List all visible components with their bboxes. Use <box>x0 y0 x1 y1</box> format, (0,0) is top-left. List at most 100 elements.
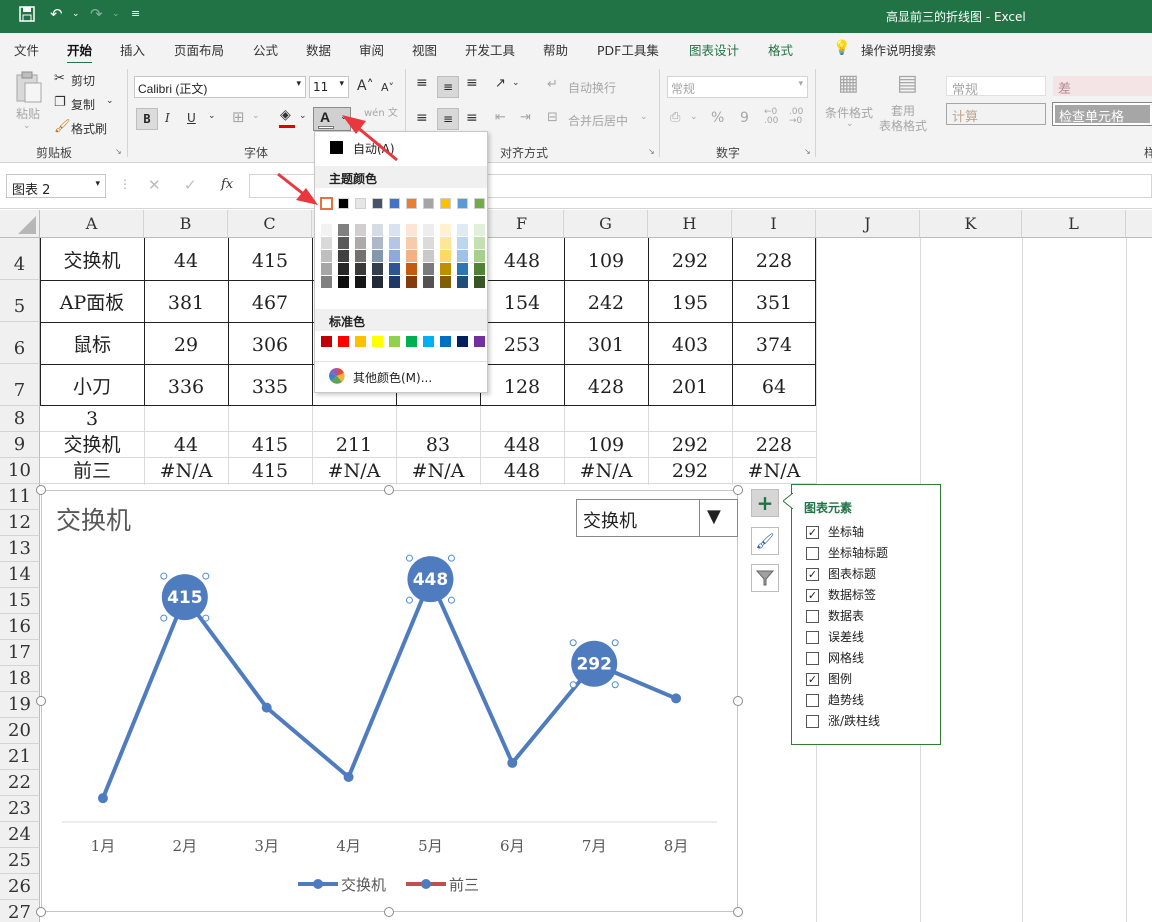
theme-shade-swatch[interactable] <box>355 276 366 288</box>
chart[interactable]: 交换机 交换机 ▼ 1月 2月 3月 4月 5月 6月 7月 8月 415 448 292 交换机 前三 <box>41 490 738 912</box>
table-cell[interactable]: 228 <box>732 433 816 458</box>
row-header[interactable]: 13 <box>0 536 40 562</box>
table-cell[interactable]: 128 <box>480 372 564 402</box>
row-header[interactable]: 16 <box>0 614 40 640</box>
table-cell[interactable]: 242 <box>564 288 648 318</box>
theme-shade-swatch[interactable] <box>457 276 468 288</box>
chart-element-option[interactable]: 坐标轴标题 <box>806 544 888 561</box>
theme-shade-swatch[interactable] <box>389 276 400 288</box>
theme-shade-swatch[interactable] <box>321 250 332 262</box>
table-cell[interactable]: 鼠标 <box>40 330 144 360</box>
more-colors-option[interactable]: 其他颜色(M)... <box>315 365 487 389</box>
checkbox-checked-icon[interactable]: ✓ <box>806 589 819 602</box>
table-cell[interactable]: 前三 <box>40 459 144 484</box>
tell-me-search[interactable]: 操作说明搜索 <box>861 40 936 59</box>
checkbox-icon[interactable] <box>806 631 819 644</box>
theme-shade-swatch[interactable] <box>338 250 349 262</box>
standard-color-swatch[interactable] <box>355 336 366 347</box>
table-cell[interactable]: #N/A <box>312 459 396 484</box>
theme-shade-swatch[interactable] <box>474 237 485 249</box>
row-header[interactable]: 7 <box>0 364 40 406</box>
column-header[interactable]: L <box>1022 210 1126 238</box>
theme-shade-swatch[interactable] <box>372 276 383 288</box>
tab-chart-design[interactable]: 图表设计 <box>689 40 739 59</box>
merge-center-button[interactable]: 合并后居中 <box>568 112 628 129</box>
tab-insert[interactable]: 插入 <box>120 40 145 59</box>
table-cell[interactable]: 415 <box>228 459 312 484</box>
redo-dropdown-icon[interactable]: ⌄ <box>112 9 120 19</box>
column-header[interactable]: H <box>648 210 732 238</box>
checkbox-checked-icon[interactable]: ✓ <box>806 673 819 686</box>
table-cell[interactable]: 154 <box>480 288 564 318</box>
table-format-icon[interactable]: ▤ <box>897 71 918 96</box>
borders-icon[interactable]: ⊞ <box>232 108 245 126</box>
accounting-icon[interactable]: ⎙ <box>670 110 680 125</box>
percent-button[interactable]: % <box>711 110 724 126</box>
underline-dropdown-icon[interactable]: ⌄ <box>208 111 216 121</box>
theme-shade-swatch[interactable] <box>321 276 332 288</box>
chart-element-option[interactable]: 数据表 <box>806 607 864 624</box>
merge-icon[interactable]: ⊟ <box>547 110 558 125</box>
table-cell[interactable]: 3 <box>40 407 144 432</box>
table-cell[interactable]: 292 <box>648 459 732 484</box>
theme-shade-swatch[interactable] <box>457 237 468 249</box>
row-header[interactable]: 15 <box>0 588 40 614</box>
row-header[interactable]: 21 <box>0 744 40 770</box>
row-header[interactable]: 5 <box>0 280 40 322</box>
checkbox-icon[interactable] <box>806 694 819 707</box>
borders-dropdown-icon[interactable]: ⌄ <box>252 111 260 121</box>
table-cell[interactable]: 228 <box>732 246 816 276</box>
theme-shade-swatch[interactable] <box>372 224 383 236</box>
theme-color-swatch[interactable] <box>320 197 333 210</box>
tab-review[interactable]: 审阅 <box>359 40 384 59</box>
conditional-format-icon[interactable]: ▦ <box>838 71 859 96</box>
table-cell[interactable]: 448 <box>480 459 564 484</box>
fill-color-icon[interactable]: ◈ <box>280 107 291 123</box>
theme-color-swatch[interactable] <box>389 198 400 209</box>
orientation-icon[interactable]: ↗ <box>495 76 506 91</box>
theme-shade-swatch[interactable] <box>338 224 349 236</box>
table-cell[interactable]: 415 <box>228 433 312 458</box>
table-cell[interactable]: 374 <box>732 330 816 360</box>
clipboard-launcher-icon[interactable]: ↘ <box>115 147 122 156</box>
theme-shade-swatch[interactable] <box>406 224 417 236</box>
row-header[interactable]: 25 <box>0 848 40 874</box>
column-header[interactable]: K <box>920 210 1022 238</box>
theme-color-swatch[interactable] <box>457 198 468 209</box>
table-cell[interactable]: 301 <box>564 330 648 360</box>
column-header[interactable]: A <box>40 210 144 238</box>
resize-handle[interactable] <box>384 485 394 495</box>
theme-shade-swatch[interactable] <box>440 250 451 262</box>
undo-icon[interactable]: ↶ <box>50 5 63 23</box>
table-cell[interactable]: 交换机 <box>40 246 144 276</box>
select-all-corner[interactable] <box>0 210 40 238</box>
table-cell[interactable]: 381 <box>144 288 228 318</box>
table-cell[interactable]: 44 <box>144 246 228 276</box>
theme-color-swatch[interactable] <box>423 198 434 209</box>
theme-shade-swatch[interactable] <box>423 263 434 275</box>
style-normal[interactable]: 常规 <box>946 76 1046 98</box>
table-cell[interactable]: 64 <box>732 372 816 402</box>
tab-developer[interactable]: 开发工具 <box>465 40 515 59</box>
theme-shade-swatch[interactable] <box>474 263 485 275</box>
table-cell[interactable]: AP面板 <box>40 288 144 318</box>
table-cell[interactable]: 195 <box>648 288 732 318</box>
number-format-select[interactable]: 常规 ▾ <box>667 76 808 98</box>
shrink-font-icon[interactable]: A˅ <box>381 81 394 94</box>
theme-color-swatch[interactable] <box>355 198 366 209</box>
increase-decimal-icon[interactable]: ←0.00 <box>764 108 778 126</box>
standard-color-swatch[interactable] <box>423 336 434 347</box>
theme-shade-swatch[interactable] <box>474 250 485 262</box>
theme-shade-swatch[interactable] <box>423 224 434 236</box>
theme-shade-swatch[interactable] <box>423 250 434 262</box>
column-header[interactable]: I <box>732 210 816 238</box>
theme-shade-swatch[interactable] <box>389 250 400 262</box>
table-cell[interactable]: 415 <box>228 246 312 276</box>
align-bottom-icon[interactable]: ≡ <box>466 75 478 91</box>
theme-shade-swatch[interactable] <box>440 263 451 275</box>
checkbox-checked-icon[interactable]: ✓ <box>806 568 819 581</box>
chart-element-option[interactable]: ✓ 数据标签 <box>806 586 876 603</box>
table-cell[interactable]: 292 <box>648 433 732 458</box>
resize-handle[interactable] <box>733 907 743 917</box>
resize-handle[interactable] <box>733 696 743 706</box>
